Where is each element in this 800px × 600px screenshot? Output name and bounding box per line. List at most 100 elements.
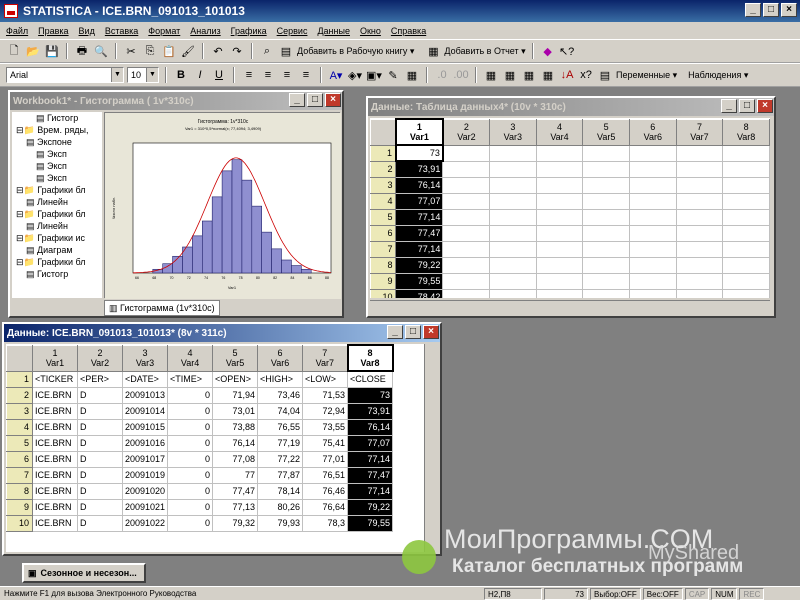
table-cell[interactable]: 76,14 <box>347 418 394 436</box>
cases-icon[interactable]: ▦ <box>502 67 518 83</box>
column-header[interactable]: 2 Var2 <box>442 118 491 146</box>
table-cell[interactable] <box>722 288 770 298</box>
macro-icon[interactable]: ◆ <box>540 43 556 59</box>
redo-icon[interactable]: ↷ <box>229 43 245 59</box>
table-cell[interactable]: 79,55 <box>395 272 444 290</box>
print-preview-icon[interactable]: 🔍 <box>93 43 109 59</box>
table-cell[interactable]: 73 <box>347 386 394 404</box>
row-header[interactable]: 10 <box>6 514 33 532</box>
table-cell[interactable]: ICE.BRN <box>32 466 78 484</box>
open-icon[interactable]: 📂 <box>25 43 41 59</box>
table-cell[interactable] <box>489 272 537 290</box>
table-cell[interactable] <box>722 256 770 274</box>
column-header[interactable]: 4 Var4 <box>535 118 584 146</box>
var-specs-icon[interactable]: ▤ <box>597 67 613 83</box>
table-cell[interactable] <box>442 176 491 194</box>
table-cell[interactable]: 75,41 <box>302 434 349 452</box>
chevron-down-icon[interactable]: ▼ <box>146 68 158 82</box>
table-cell[interactable]: D <box>77 402 123 420</box>
tree-item[interactable]: ⊟📁 Графики ис <box>12 232 102 244</box>
undo-icon[interactable]: ↶ <box>210 43 226 59</box>
table-cell[interactable]: 79,22 <box>395 256 444 274</box>
table-cell[interactable] <box>535 144 584 162</box>
font-size-select[interactable]: 10 ▼ <box>127 67 159 83</box>
table-cell[interactable]: 73 <box>394 144 444 162</box>
table-cell[interactable] <box>442 208 491 226</box>
table-cell[interactable] <box>675 176 724 194</box>
copy-icon[interactable]: ⎘ <box>142 43 158 59</box>
table-cell[interactable] <box>582 256 630 274</box>
table-cell[interactable]: 77,14 <box>395 208 444 226</box>
table-cell[interactable]: 0 <box>167 450 214 468</box>
print-icon[interactable]: 🖶 <box>74 43 90 59</box>
menu-item[interactable]: Файл <box>6 26 28 36</box>
table-cell[interactable]: 0 <box>167 466 214 484</box>
close-button[interactable]: × <box>757 99 773 113</box>
horizontal-scrollbar[interactable] <box>370 300 770 314</box>
table-cell[interactable]: 20091017 <box>121 450 169 468</box>
table-cell[interactable]: 77,14 <box>347 450 394 468</box>
delete-icon[interactable]: ▦ <box>540 67 556 83</box>
cut-icon[interactable]: ✂ <box>123 43 139 59</box>
table-cell[interactable]: 77,22 <box>257 450 304 468</box>
table-cell[interactable] <box>582 176 630 194</box>
table-cell[interactable]: ICE.BRN <box>32 434 78 452</box>
table-cell[interactable] <box>628 256 677 274</box>
column-header[interactable]: 8 Var8 <box>346 344 394 372</box>
table-cell[interactable]: 79,55 <box>347 514 394 532</box>
maximize-button[interactable]: □ <box>739 99 755 113</box>
table-cell[interactable] <box>535 208 584 226</box>
tree-item[interactable]: ⊟📁 Графики бл <box>12 256 102 268</box>
minimize-button[interactable]: _ <box>745 3 761 17</box>
menu-item[interactable]: Окно <box>360 26 381 36</box>
menu-item[interactable]: Вставка <box>105 26 138 36</box>
close-button[interactable]: × <box>325 93 341 107</box>
underline-icon[interactable]: U <box>211 67 227 83</box>
menu-item[interactable]: Анализ <box>190 26 220 36</box>
row-header[interactable]: 6 <box>6 450 33 468</box>
row-header[interactable]: 7 <box>370 240 397 258</box>
table-cell[interactable] <box>489 176 537 194</box>
table-cell[interactable]: 0 <box>167 482 214 500</box>
add-to-report-button[interactable]: Добавить в Отчет ▾ <box>444 46 525 57</box>
column-header[interactable]: 3 Var3 <box>489 118 537 146</box>
variables-menu[interactable]: Переменные ▾ <box>616 70 677 81</box>
row-header[interactable]: 8 <box>370 256 397 274</box>
table-cell[interactable]: 78,42 <box>395 288 444 298</box>
table-cell[interactable]: D <box>77 434 123 452</box>
table-cell[interactable]: 78,3 <box>302 514 349 532</box>
table-cell[interactable] <box>442 192 491 210</box>
table-cell[interactable] <box>628 176 677 194</box>
column-header[interactable]: 1 Var1 <box>394 118 444 146</box>
menu-item[interactable]: Правка <box>38 26 68 36</box>
table-cell[interactable]: 79,93 <box>257 514 304 532</box>
table-cell[interactable] <box>535 272 584 290</box>
table-cell[interactable]: 20091016 <box>121 434 169 452</box>
table-cell[interactable] <box>442 288 491 298</box>
row-header[interactable]: 3 <box>6 402 33 420</box>
table-cell[interactable] <box>582 272 630 290</box>
table-cell[interactable] <box>535 240 584 258</box>
row-header[interactable]: 4 <box>6 418 33 436</box>
align-right-icon[interactable]: ≡ <box>279 67 295 83</box>
table-cell[interactable]: ICE.BRN <box>32 514 78 532</box>
maximize-button[interactable]: □ <box>307 93 323 107</box>
table-cell[interactable] <box>535 256 584 274</box>
table-cell[interactable]: 73,55 <box>302 418 349 436</box>
table-cell[interactable]: ICE.BRN <box>32 482 78 500</box>
table-cell[interactable] <box>442 224 491 242</box>
table-cell[interactable]: 77,08 <box>212 450 259 468</box>
table-cell[interactable]: 72,94 <box>302 402 349 420</box>
table-cell[interactable] <box>628 160 677 178</box>
table-cell[interactable] <box>675 144 724 162</box>
table-cell[interactable]: <HIGH> <box>257 370 304 388</box>
table-cell[interactable] <box>489 256 537 274</box>
table-cell[interactable]: D <box>77 450 123 468</box>
tree-item[interactable]: ⊟📁 Врем. ряды, <box>12 124 102 136</box>
table-cell[interactable] <box>675 288 724 298</box>
report-icon[interactable]: ▦ <box>425 43 441 59</box>
help-pointer-icon[interactable]: ↖? <box>559 43 575 59</box>
table-cell[interactable] <box>675 256 724 274</box>
workbook-icon[interactable]: ▤ <box>278 43 294 59</box>
table-cell[interactable]: 20091019 <box>121 466 169 484</box>
